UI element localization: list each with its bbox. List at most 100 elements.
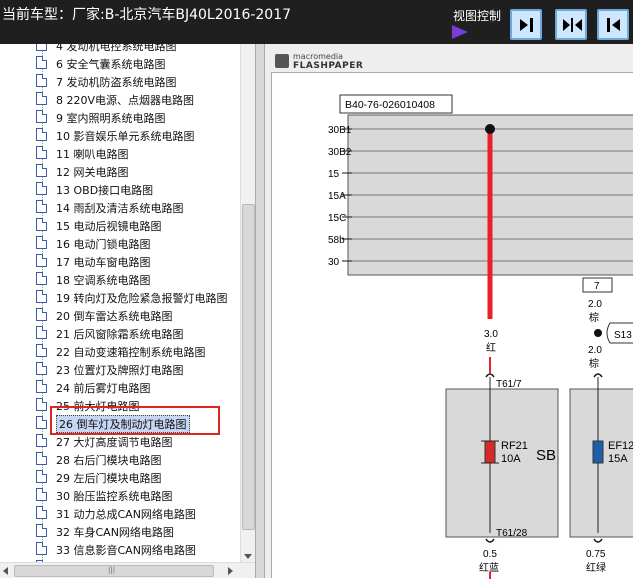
wire-main-size: 3.0 [484,329,498,340]
tree-item-label: 6 安全气囊系统电路图 [56,58,166,71]
tree-item-label: 33 信息影音CAN网络电路图 [56,544,196,557]
tree-item[interactable]: 4 发动机电控系统电路图 [36,44,241,54]
tree-item[interactable]: 17 电动车窗电路图 [36,252,241,270]
tree-item[interactable]: 10 影音娱乐单元系统电路图 [36,126,241,144]
tree-item[interactable]: 31 动力总成CAN网络电路图 [36,504,241,522]
document-icon [36,542,47,555]
scroll-right-arrow-icon[interactable] [228,567,233,575]
document-icon [36,44,47,51]
tree-item-label: 18 空调系统电路图 [56,274,151,287]
rail-label: 15 [328,169,340,180]
wiring-diagram: B40-76-026010408 30B1 30B2 15 15A 15C 58b 30 3… [328,94,633,579]
current-vehicle-title: 当前车型：厂家:B-北京汽车BJ40L2016-2017 [2,7,292,23]
tree-item[interactable]: 8 220V电源、点烟器电路图 [36,90,241,108]
tree-item[interactable]: 7 发动机防盗系统电路图 [36,72,241,90]
tree-item-label: 28 右后门模块电路图 [56,454,162,467]
tree-item[interactable]: 15 电动后视镜电路图 [36,216,241,234]
collapse-left-button[interactable] [597,9,629,40]
tree-item[interactable]: 13 OBD接口电路图 [36,180,241,198]
diagram-tree-panel: 4 发动机电控系统电路图 6 安全气囊系统电路图 7 发动机防盗系统电路图 8 220… [0,44,255,578]
document-icon [36,164,47,177]
fuse-right-id: EF12 [608,440,633,452]
selection-highlight-box [50,406,220,435]
tree-item-label: 30 胎压监控系统电路图 [56,490,173,503]
connector-id-text: B40-76-026010408 [345,99,435,111]
tree-item[interactable]: 30 胎压监控系统电路图 [36,486,241,504]
document-icon [36,272,47,285]
terminal-top-label: T61/7 [496,379,522,390]
tree-item[interactable]: 12 网关电路图 [36,162,241,180]
terminal-bottom-label: T61/28 [496,528,528,539]
vertical-scroll-thumb[interactable] [242,204,255,530]
tree-item-label: 7 发动机防盗系统电路图 [56,76,177,89]
tree-item-label: 14 雨刮及清洁系统电路图 [56,202,184,215]
tree-item[interactable]: 22 自动变速箱控制系统电路图 [36,342,241,360]
tree-item-label: 10 影音娱乐单元系统电路图 [56,130,195,143]
document-icon [36,452,47,465]
tree-item[interactable]: 20 倒车雷达系统电路图 [36,306,241,324]
logo-bottom-text: FLASHPAPER [293,61,364,71]
tree-item-label: 31 动力总成CAN网络电路图 [56,508,196,521]
tree-item[interactable]: 24 前后雾灯电路图 [36,378,241,396]
vertical-scrollbar[interactable] [240,44,255,562]
tree-item[interactable]: 16 电动门锁电路图 [36,234,241,252]
tree-item-label: 24 前后雾灯电路图 [56,382,151,395]
horizontal-scrollbar[interactable]: ||| [0,562,255,578]
rail-label: 30B1 [328,125,352,136]
document-icon [36,362,47,375]
scroll-down-arrow-icon[interactable] [244,554,252,559]
wire-main-color: 红 [486,341,496,354]
rail-label: 30 [328,257,340,268]
right-box-number-text: 7 [594,281,600,292]
tree-item[interactable]: 18 空调系统电路图 [36,270,241,288]
tree-item-label: 32 车身CAN网络电路图 [56,526,174,539]
tree-item[interactable]: 14 雨刮及清洁系统电路图 [36,198,241,216]
splice-dot [594,329,602,337]
document-icon [36,146,47,159]
tree-item-label: 13 OBD接口电路图 [56,184,154,197]
wire-right-top-color: 棕 [589,311,599,324]
wire-right-mid-color: 棕 [589,357,599,370]
document-icon [36,506,47,519]
tree-item-label: 27 大灯高度调节电路图 [56,436,173,449]
logo-top-text: macromedia [293,52,344,61]
scroll-grip-icon: ||| [108,566,116,574]
tree-item[interactable]: 32 车身CAN网络电路图 [36,522,241,540]
bar-arrow-right-icon [520,18,533,32]
tree-item[interactable]: 28 右后门模块电路图 [36,450,241,468]
collapse-right-button[interactable] [510,9,542,40]
tree-item-label: 23 位置灯及牌照灯电路图 [56,364,184,377]
document-icon [36,344,47,357]
tree-item[interactable]: 33 信息影音CAN网络电路图 [36,540,241,558]
split-view-button[interactable] [555,9,587,40]
panel-splitter[interactable] [255,44,265,578]
terminal-right-top-symbol [593,373,603,378]
rail-label: 15A [328,191,346,202]
tree-item-label: 16 电动门锁电路图 [56,238,151,251]
tree-item[interactable]: 21 后风窗除霜系统电路图 [36,324,241,342]
rail-label: 58b [328,235,345,246]
document-icon [36,416,47,429]
wire-right-top-size: 2.0 [588,299,602,310]
fuse-left-id: RF21 [501,440,528,452]
arrow-bar-left-icon [607,18,620,32]
document-icon [36,92,47,105]
fuse-right-rating: 15A [608,453,628,465]
tree-item[interactable]: 6 安全气囊系统电路图 [36,54,241,72]
fuse-rf21 [484,440,496,464]
tree-item[interactable]: 11 喇叭电路图 [36,144,241,162]
tree-item[interactable]: 19 转向灯及危险紧急报警灯电路图 [36,288,241,306]
tree-item[interactable]: 9 室内照明系统电路图 [36,108,241,126]
document-icon [36,74,47,87]
tree-item-label: 21 后风窗除霜系统电路图 [56,328,184,341]
tree-item-label: 22 自动变速箱控制系统电路图 [56,346,206,359]
document-icon [36,200,47,213]
scroll-left-arrow-icon[interactable] [3,567,8,575]
tree-item[interactable]: 29 左后门模块电路图 [36,468,241,486]
rail-junction-dot [485,124,495,134]
document-icon [36,128,47,141]
tree-item[interactable]: 23 位置灯及牌照灯电路图 [36,360,241,378]
tree-item-label: 9 室内照明系统电路图 [56,112,166,125]
document-icon [36,488,47,501]
document-icon [36,182,47,195]
